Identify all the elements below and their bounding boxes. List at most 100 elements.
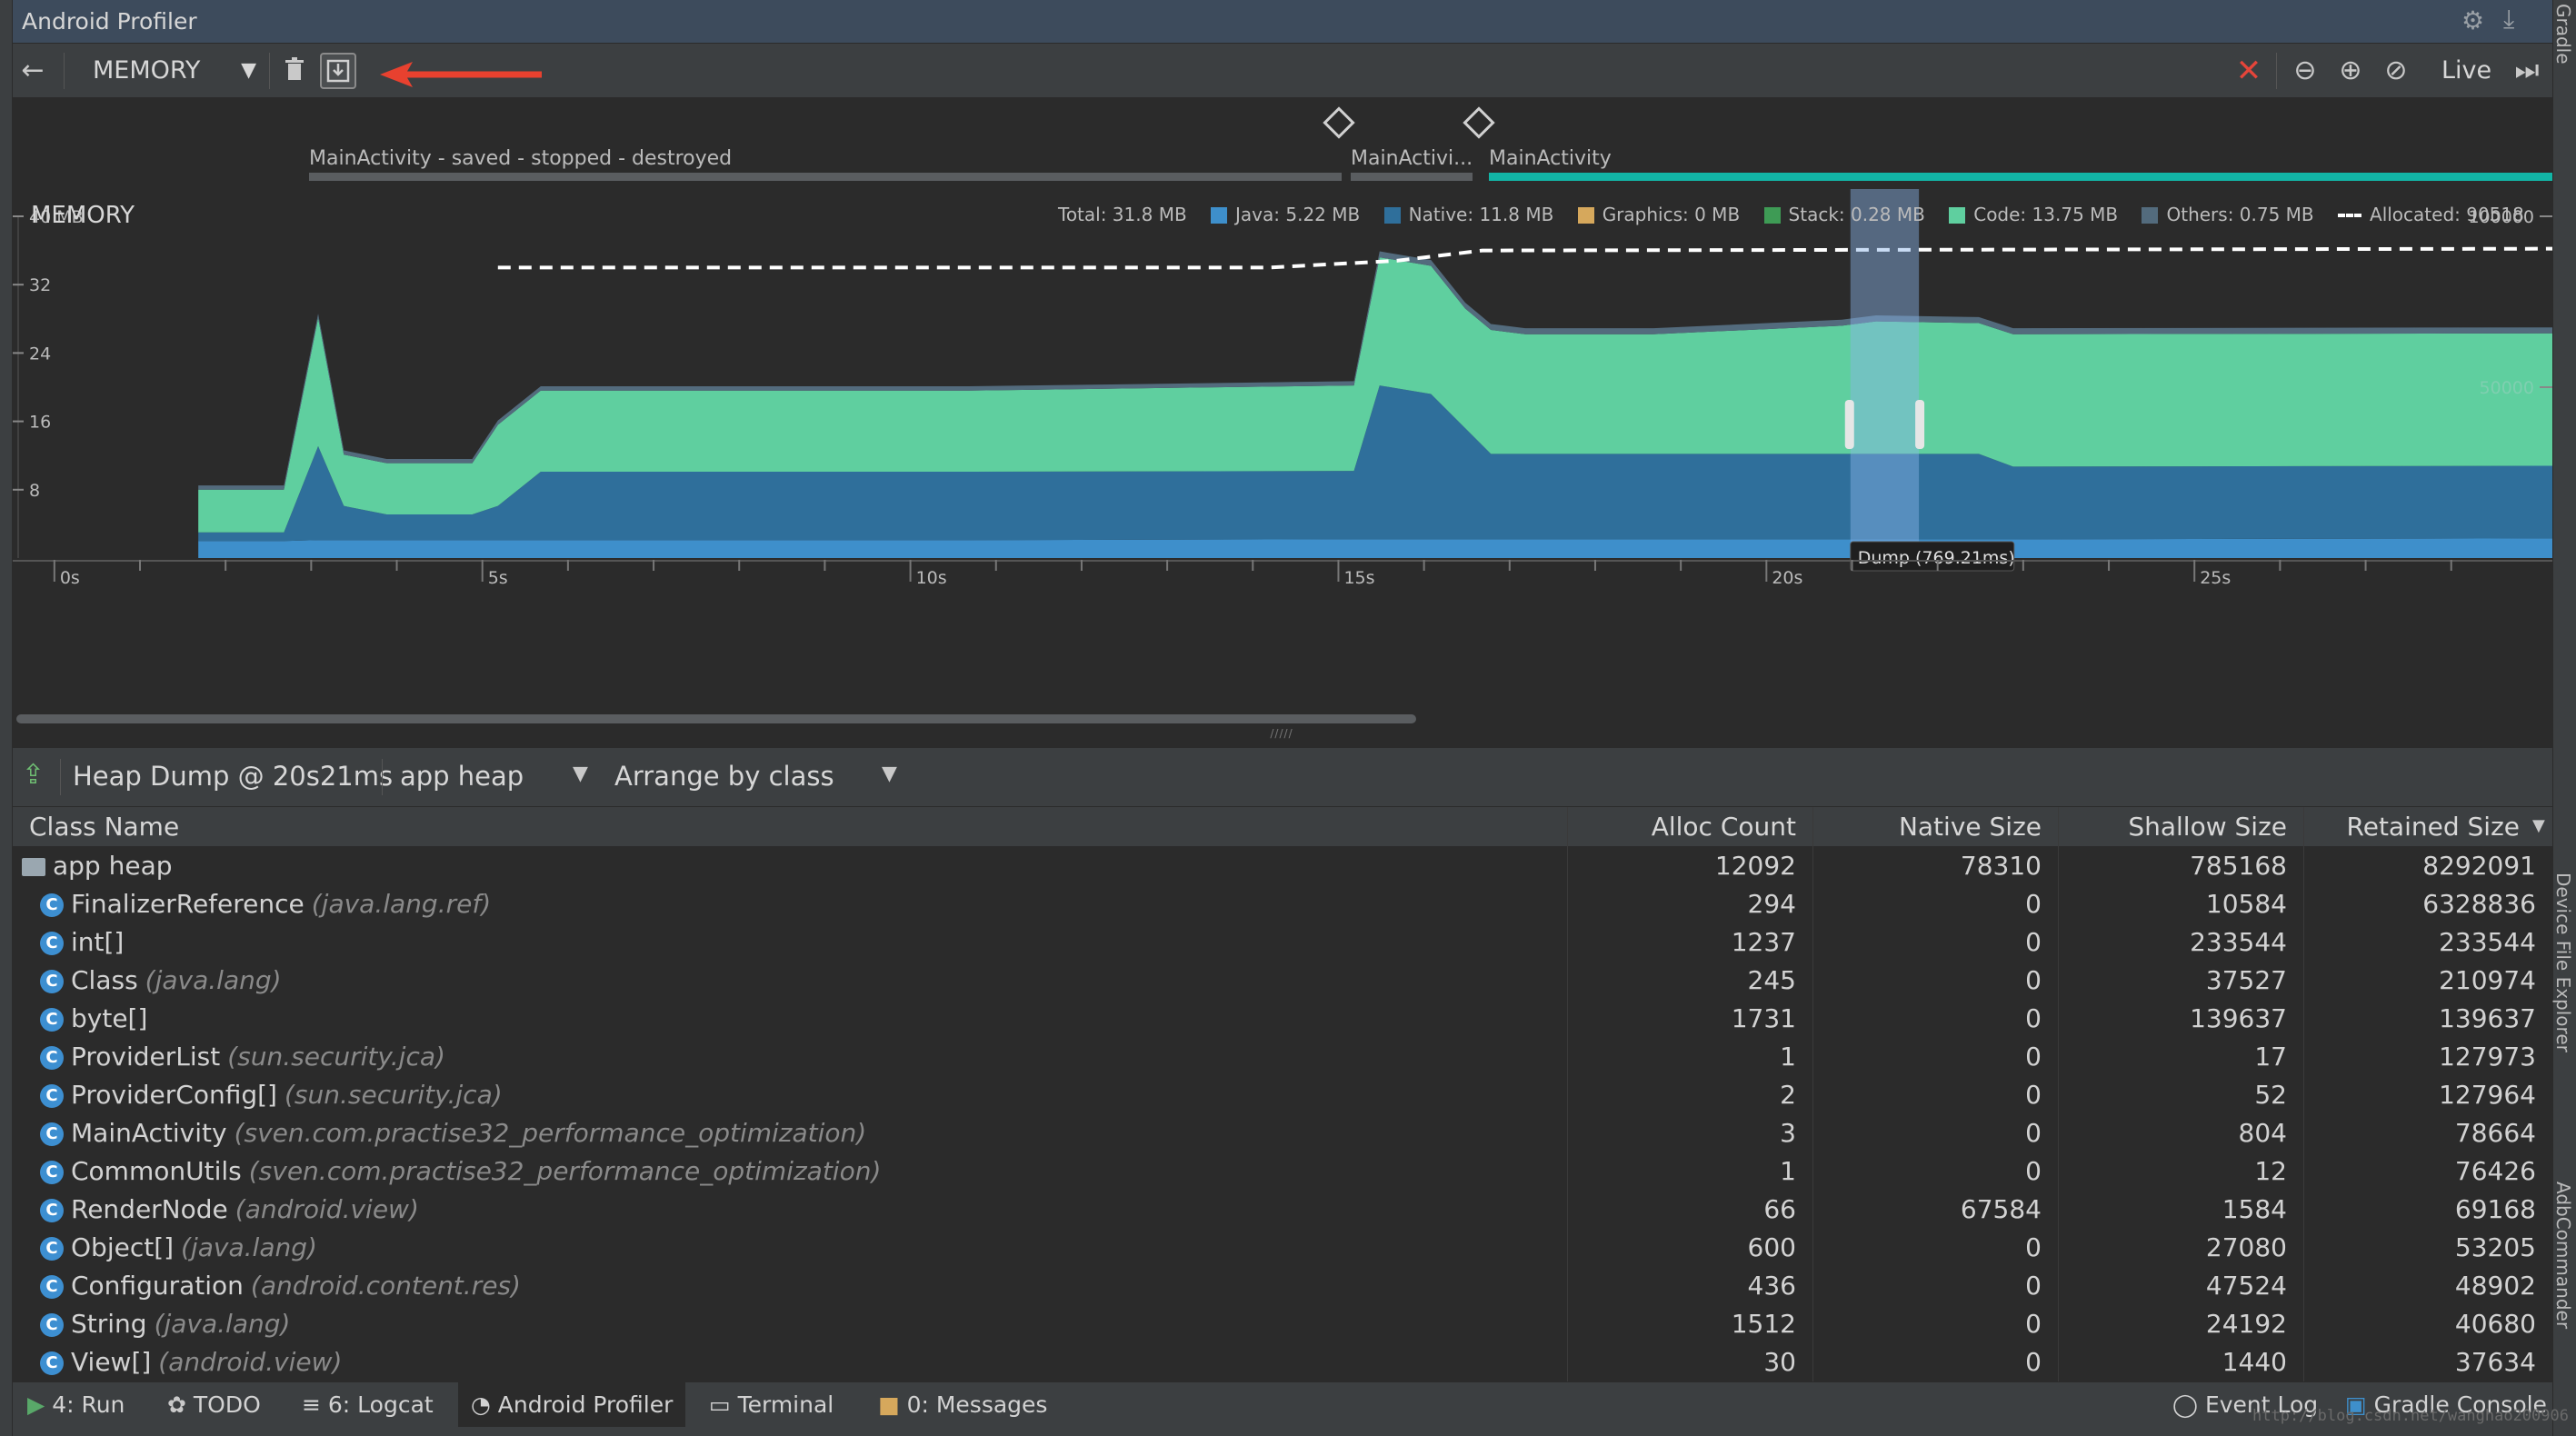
- alloc-cell: 245: [1747, 965, 1796, 995]
- alloc-cell: 1237: [1731, 927, 1796, 957]
- table-row[interactable]: C ProviderList (sun.security.jca) 1 0 17 12797…: [13, 1038, 2552, 1076]
- settings-gear-icon[interactable]: ⚙: [2461, 5, 2484, 35]
- profiler-gauge-icon: ◔: [471, 1391, 491, 1418]
- zoom-in-icon[interactable]: ⊕: [2332, 53, 2369, 89]
- retained-cell: 8292091: [2422, 851, 2536, 881]
- table-row[interactable]: C FinalizerReference (java.lang.ref) 294 0 10…: [13, 885, 2552, 923]
- class-package: (java.lang): [181, 1232, 317, 1262]
- rotate-event-icon: [1463, 106, 1495, 139]
- reset-zoom-icon[interactable]: ⊘: [2378, 53, 2414, 89]
- terminal-tab[interactable]: ▭ Terminal: [696, 1382, 846, 1428]
- alloc-cell: 1731: [1731, 1003, 1796, 1033]
- column-retained-size[interactable]: Retained Size: [2303, 807, 2552, 847]
- messages-icon: ■: [878, 1391, 900, 1418]
- column-shallow-size[interactable]: Shallow Size: [2058, 807, 2303, 847]
- messages-tab[interactable]: ■ 0: Messages: [865, 1382, 1060, 1428]
- stop-session-close-icon[interactable]: ✕: [2231, 53, 2267, 89]
- splitter-grip[interactable]: /////: [1268, 727, 1295, 740]
- table-row[interactable]: C RenderNode (android.view) 66 67584 1584 6916…: [13, 1191, 2552, 1229]
- table-row[interactable]: Cbyte[] 1731 0 139637 139637: [13, 1000, 2552, 1038]
- class-table[interactable]: app heap 12092 78310 785168 8292091 C Finalize…: [13, 847, 2552, 1381]
- todo-tab[interactable]: ✿ TODO: [155, 1382, 274, 1428]
- arrange-select[interactable]: Arrange by class: [614, 761, 834, 792]
- profiler-toolbar: ← MEMORY ▼ ✕ ⊖ ⊕ ⊘ Live ⏭: [13, 44, 2552, 98]
- left-axis-label: 24: [29, 344, 51, 364]
- time-axis-label: 10s: [916, 568, 947, 588]
- export-heap-dump-icon[interactable]: ⇪: [22, 759, 45, 791]
- heap-select[interactable]: app heap: [400, 761, 524, 792]
- time-axis-label: 25s: [2200, 568, 2231, 588]
- hide-window-icon[interactable]: ⤓: [2503, 4, 2514, 35]
- class-name: MainActivity: [71, 1118, 227, 1148]
- table-row[interactable]: C Class (java.lang) 245 0 37527 210974: [13, 962, 2552, 1000]
- retained-cell: 48902: [2454, 1271, 2536, 1301]
- table-row[interactable]: C View[] (android.view) 30 0 1440 37634: [13, 1343, 2552, 1381]
- column-native-size[interactable]: Native Size: [1812, 807, 2058, 847]
- column-class-name[interactable]: Class Name: [29, 807, 1574, 847]
- native-cell: 67584: [1960, 1194, 2042, 1224]
- native-cell: 0: [2025, 1309, 2042, 1339]
- native-cell: 0: [2025, 965, 2042, 995]
- table-row[interactable]: app heap 12092 78310 785168 8292091: [13, 847, 2552, 885]
- retained-cell: 37634: [2454, 1347, 2536, 1377]
- event-log-icon: ◯: [2172, 1391, 2198, 1418]
- timeline-scroll-thumb[interactable]: [16, 714, 1416, 723]
- time-axis-label: 20s: [1772, 568, 1802, 588]
- native-cell: 0: [2025, 1042, 2042, 1072]
- activity-lifetime-bar: [1351, 173, 1473, 181]
- class-icon: C: [40, 1161, 64, 1184]
- logcat-tab[interactable]: ≡ 6: Logcat: [289, 1382, 446, 1428]
- garbage-collect-trash-icon[interactable]: [276, 53, 313, 89]
- heap-dump-title: Heap Dump @ 20s21ms: [73, 761, 394, 792]
- shallow-cell: 10584: [2205, 889, 2287, 919]
- memory-monitor[interactable]: Dump (769.21ms) 40 MB 32 24 16 8 100000 50000 0…: [13, 189, 2552, 680]
- watermark: http://blog.csdn.net/wanghao200906: [2252, 1407, 2569, 1425]
- run-play-icon: ▶: [27, 1391, 45, 1418]
- shallow-cell: 17: [2254, 1042, 2287, 1072]
- class-name-cell: C Object[] (java.lang): [40, 1229, 1567, 1267]
- retained-cell: 139637: [2439, 1003, 2536, 1033]
- class-name-cell: C String (java.lang): [40, 1305, 1567, 1343]
- table-row[interactable]: C Configuration (android.content.res) 436 0 4…: [13, 1267, 2552, 1305]
- android-profiler-tab[interactable]: ◔ Android Profiler: [458, 1382, 686, 1428]
- memory-chart[interactable]: Dump (769.21ms) 40 MB3224168100000500000…: [13, 189, 2552, 680]
- shallow-cell: 52: [2254, 1080, 2287, 1110]
- class-name: byte[]: [71, 1003, 148, 1033]
- class-name-cell: C ProviderList (sun.security.jca): [40, 1038, 1567, 1076]
- profiler-select[interactable]: MEMORY ▼: [80, 53, 260, 89]
- side-tab-device-file-explorer[interactable]: Device File Explorer: [2552, 873, 2574, 1052]
- time-axis-label: 5s: [488, 568, 508, 588]
- dump-java-heap-button[interactable]: [320, 53, 356, 89]
- todo-icon: ✿: [167, 1391, 186, 1418]
- table-row[interactable]: C MainActivity (sven.com.practise32_perfor…: [13, 1114, 2552, 1152]
- class-name: Configuration: [71, 1271, 244, 1301]
- alloc-cell: 1: [1780, 1156, 1796, 1186]
- jump-to-live-icon[interactable]: ⏭: [2509, 53, 2545, 89]
- table-row[interactable]: C CommonUtils (sven.com.practise32_perform…: [13, 1152, 2552, 1191]
- chevron-down-icon[interactable]: ▼: [882, 763, 897, 785]
- class-icon: C: [40, 932, 64, 955]
- zoom-out-icon[interactable]: ⊖: [2287, 53, 2323, 89]
- table-row[interactable]: Cint[] 1237 0 233544 233544: [13, 923, 2552, 962]
- chevron-down-icon[interactable]: ▼: [573, 763, 588, 785]
- side-tab-gradle[interactable]: Gradle: [2552, 4, 2574, 65]
- class-package: (java.lang.ref): [311, 889, 492, 919]
- class-icon: C: [40, 893, 64, 917]
- native-cell: 0: [2025, 1080, 2042, 1110]
- timeline-scrollbar[interactable]: [13, 709, 2552, 727]
- selection-handle-left: [1844, 400, 1854, 449]
- run-tab[interactable]: ▶ 4: Run: [15, 1382, 137, 1428]
- side-tab-adb-commander[interactable]: AdbCommander: [2552, 1182, 2574, 1329]
- alloc-cell: 2: [1780, 1080, 1796, 1110]
- class-table-header: Class Name Alloc Count Native Size Shall…: [13, 807, 2552, 847]
- legend-total: Total: 31.8 MB: [1058, 203, 1187, 225]
- table-row[interactable]: C ProviderConfig[] (sun.security.jca) 2 0 52 1…: [13, 1076, 2552, 1114]
- table-row[interactable]: C Object[] (java.lang) 600 0 27080 53205: [13, 1229, 2552, 1267]
- table-row[interactable]: C String (java.lang) 1512 0 24192 40680: [13, 1305, 2552, 1343]
- class-name: String: [71, 1309, 147, 1339]
- allocated-line: [497, 246, 2552, 270]
- legend-allocated: Allocated: 90518: [2338, 204, 2524, 225]
- live-toggle[interactable]: Live: [2441, 53, 2491, 89]
- column-alloc-count[interactable]: Alloc Count: [1567, 807, 1812, 847]
- back-arrow-icon[interactable]: ←: [15, 53, 51, 89]
